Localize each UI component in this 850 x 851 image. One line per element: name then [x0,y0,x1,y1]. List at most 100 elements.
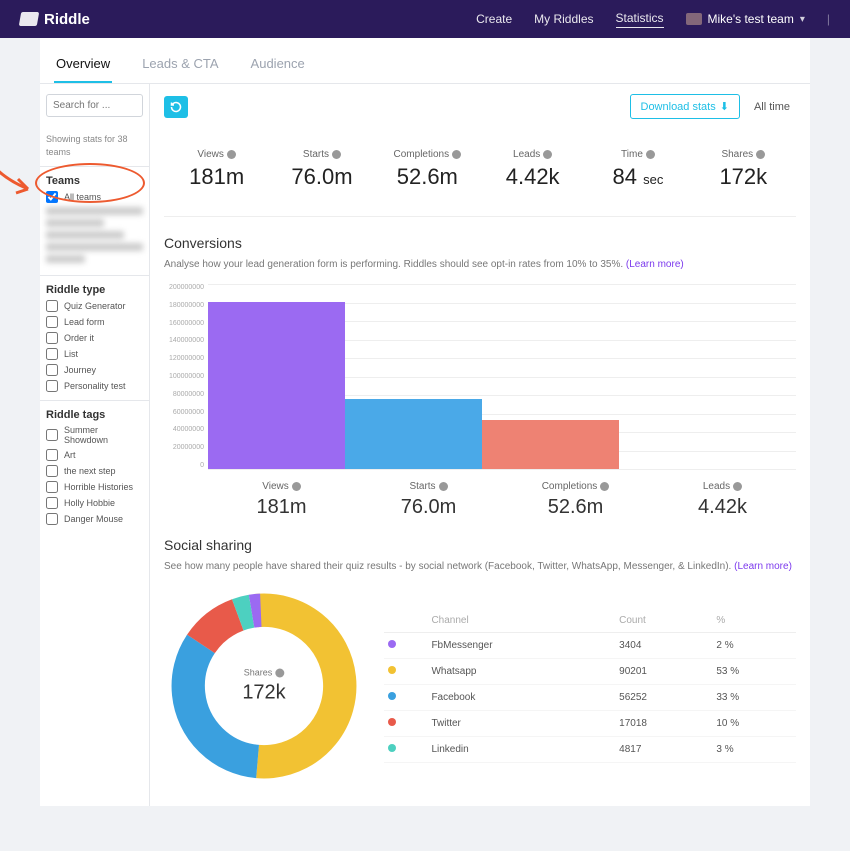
riddle-type-title: Riddle type [46,284,143,296]
checkbox-input[interactable] [46,332,58,344]
info-icon[interactable] [756,150,765,159]
conversions-title: Conversions [164,235,796,251]
riddle-tag-item[interactable]: Horrible Histories [46,481,143,493]
checkbox-input[interactable] [46,316,58,328]
cell-pct: 2 % [712,633,796,659]
share-table-row: Twitter1701810 % [384,711,796,737]
sharing-row: Shares 172k Channel Count % FbMessenger3… [164,586,796,786]
learn-more-link[interactable]: (Learn more) [626,259,684,270]
stat-value: 76.0m [269,164,374,190]
cell-pct: 33 % [712,685,796,711]
checkbox-input[interactable] [46,380,58,392]
share-table-row: Facebook5625233 % [384,685,796,711]
nav-create[interactable]: Create [476,12,512,26]
info-icon[interactable] [292,482,301,491]
bar-views[interactable] [208,302,345,469]
nav-statistics[interactable]: Statistics [616,11,664,28]
color-dot-icon [388,666,396,674]
checkbox-input[interactable] [46,449,58,461]
info-icon[interactable] [600,482,609,491]
bar-footer-label: Views [262,481,289,492]
download-stats-button[interactable]: Download stats ⬇ [630,94,740,119]
nav-my-riddles[interactable]: My Riddles [534,12,593,26]
team-badge-icon [686,13,702,25]
checkbox-label: Journey [64,365,96,375]
riddle-tag-item[interactable]: Holly Hobbie [46,497,143,509]
riddle-type-list: Quiz Generator Lead form Order it List Journ… [46,300,143,392]
th-count: Count [615,609,712,633]
refresh-button[interactable] [164,96,188,118]
checkbox-input[interactable] [46,465,58,477]
info-icon[interactable] [543,150,552,159]
sidebar-tags-block: Riddle tags Summer ShowdownArtthe next s… [40,400,149,533]
checkbox-input[interactable] [46,300,58,312]
learn-more-link[interactable]: (Learn more) [734,561,792,572]
stat-shares: Shares 172k [691,149,796,190]
checkbox-label: Quiz Generator [64,301,126,311]
riddle-tag-item[interactable]: Art [46,449,143,461]
info-icon[interactable] [439,482,448,491]
donut-center-value: 172k [242,682,285,705]
checkbox-input[interactable] [46,481,58,493]
riddle-type-item[interactable]: Lead form [46,316,143,328]
checkbox-label: Danger Mouse [64,514,123,524]
team-name: Mike's test team [708,12,794,26]
bar-footer-cell: Leads4.42k [649,481,796,519]
download-icon: ⬇ [720,100,729,113]
info-icon[interactable] [733,482,742,491]
cell-channel: Twitter [427,711,615,737]
tab-audience[interactable]: Audience [249,38,307,83]
brand-name: Riddle [44,11,90,28]
riddle-tag-item[interactable]: Summer Showdown [46,425,143,445]
brand: Riddle [20,11,90,28]
cell-count: 4817 [615,737,712,763]
stat-label: Time [621,149,643,160]
time-range-selector[interactable]: All time [748,96,796,118]
tab-leads-cta[interactable]: Leads & CTA [140,38,220,83]
page-container: Overview Leads & CTA Audience Showing st… [40,38,810,806]
tab-bar: Overview Leads & CTA Audience [40,38,810,84]
bar-footer-cell: Views181m [208,481,355,519]
search-input[interactable] [46,94,143,117]
info-icon[interactable] [646,150,655,159]
stat-leads: Leads 4.42k [480,149,585,190]
bar-footer-value: 52.6m [502,496,649,519]
riddle-type-item[interactable]: List [46,348,143,360]
cell-channel: FbMessenger [427,633,615,659]
bar-footer-cell: Starts76.0m [355,481,502,519]
team-selector[interactable]: Mike's test team ▾ [686,12,805,26]
toolbar: Download stats ⬇ All time [164,94,796,119]
checkbox-input[interactable] [46,513,58,525]
checkbox-all-teams[interactable]: All teams [46,191,143,203]
bar-completions[interactable] [482,420,619,469]
bars [208,284,796,469]
riddle-type-item[interactable]: Journey [46,364,143,376]
y-tick: 80000000 [173,391,204,398]
info-icon[interactable] [332,150,341,159]
info-icon[interactable] [275,668,284,677]
th-channel: Channel [427,609,615,633]
checkbox-input[interactable] [46,348,58,360]
checkbox-label: Order it [64,333,94,343]
checkbox-input[interactable] [46,364,58,376]
stat-time: Time 84 sec [585,149,690,190]
showing-stats-label: Showing stats for 38 teams [46,133,143,158]
bar-starts[interactable] [345,399,482,469]
share-table-row: Whatsapp9020153 % [384,659,796,685]
info-icon[interactable] [452,150,461,159]
info-icon[interactable] [227,150,236,159]
riddle-tag-item[interactable]: Danger Mouse [46,513,143,525]
riddle-type-item[interactable]: Quiz Generator [46,300,143,312]
stat-value: 4.42k [480,164,585,190]
checkbox-input[interactable] [46,497,58,509]
chevron-down-icon: ▾ [800,14,805,25]
sidebar-teams-block: Teams All teams [40,166,149,275]
riddle-type-item[interactable]: Personality test [46,380,143,392]
riddle-tag-item[interactable]: the next step [46,465,143,477]
checkbox-label: Horrible Histories [64,482,133,492]
share-table-row: Linkedin48173 % [384,737,796,763]
share-table-row: FbMessenger34042 % [384,633,796,659]
checkbox-input[interactable] [46,429,58,441]
tab-overview[interactable]: Overview [54,38,112,83]
riddle-type-item[interactable]: Order it [46,332,143,344]
